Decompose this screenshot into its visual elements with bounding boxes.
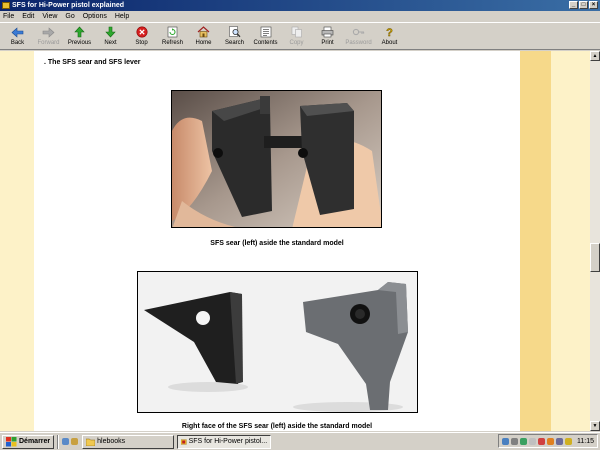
refresh-icon [166,26,180,38]
volume-icon[interactable] [565,437,572,445]
folder-icon [86,438,96,446]
taskbar-separator [57,434,60,449]
toolbar: Back Forward Previous Next Stop Refresh … [0,22,600,50]
contents-icon [259,26,273,38]
tray-app-icon[interactable] [556,437,563,445]
previous-button[interactable]: Previous [64,23,95,50]
scroll-up-button[interactable]: ▲ [590,51,600,61]
password-icon [352,26,366,38]
section-heading: . The SFS sear and SFS lever [44,59,141,66]
refresh-button[interactable]: Refresh [157,23,188,50]
vertical-scrollbar[interactable]: ▲ ▼ [590,51,600,431]
start-button[interactable]: Démarrer [2,434,55,449]
menu-view[interactable]: View [42,11,57,22]
contents-button[interactable]: Contents [250,23,281,50]
sfs-sear-photo-2 [137,271,418,413]
sfs-sear-photo-1 [171,90,382,228]
print-button[interactable]: Print [312,23,343,50]
home-button[interactable]: Home [188,23,219,50]
menu-edit[interactable]: Edit [22,11,34,22]
photo-caption-1: SFS sear (left) aside the standard model [210,240,344,247]
stop-button[interactable]: Stop [126,23,157,50]
search-button[interactable]: Search [219,23,250,50]
stop-icon [135,26,149,38]
menu-file[interactable]: File [3,11,14,22]
maximize-button[interactable]: □ [579,1,588,9]
back-arrow-icon [11,26,25,38]
page-viewport[interactable]: . The SFS sear and SFS lever SFS sear (l… [0,51,590,431]
tray-app-icon[interactable] [547,437,554,445]
quicklaunch-icon[interactable] [71,438,79,445]
page-content: . The SFS sear and SFS lever SFS sear (l… [34,51,520,431]
ebook-icon [181,438,187,445]
sear-image-2 [138,272,417,412]
forward-arrow-icon [42,26,56,38]
taskbar: Démarrer hlebooks SFS for Hi-Power pisto… [0,432,600,450]
menu-go[interactable]: Go [65,11,74,22]
app-icon [2,2,10,9]
system-tray: 11:15 [498,434,598,448]
copy-icon [290,26,304,38]
sear-image-1 [172,91,381,227]
left-margin [0,51,34,431]
copy-button[interactable]: Copy [281,23,312,50]
minimize-button[interactable]: _ [569,1,578,9]
desktop-quicklaunch-icon[interactable] [62,438,70,445]
scroll-thumb[interactable] [590,243,600,272]
down-arrow-icon [104,26,118,38]
task-hlebooks[interactable]: hlebooks [82,434,175,449]
right-margin-band [520,51,551,431]
title-bar[interactable]: SFS for Hi-Power pistol explained _ □ × [0,0,600,11]
tray-app-icon[interactable] [529,437,536,445]
network-icon[interactable] [502,437,509,445]
about-button[interactable]: ? About [374,23,405,50]
print-icon [321,26,335,38]
tray-app-icon[interactable] [511,437,518,445]
windows-logo-icon [6,436,17,446]
menu-help[interactable]: Help [115,11,129,22]
up-arrow-icon [73,26,87,38]
photo-caption-2: Right face of the SFS sear (left) aside … [181,423,373,430]
menu-bar: File Edit View Go Options Help [0,11,600,22]
browser-window: SFS for Hi-Power pistol explained _ □ × … [0,0,600,450]
about-icon: ? [383,26,397,38]
back-button[interactable]: Back [2,23,33,50]
svg-text:?: ? [386,27,393,38]
search-icon [228,26,242,38]
window-title: SFS for Hi-Power pistol explained [12,2,125,9]
right-margin [551,51,590,431]
clock[interactable]: 11:15 [577,438,594,445]
forward-button[interactable]: Forward [33,23,64,50]
menu-options[interactable]: Options [83,11,107,22]
scroll-down-button[interactable]: ▼ [590,421,600,431]
home-icon [197,26,211,38]
password-button[interactable]: Password [343,23,374,50]
close-button[interactable]: × [589,1,598,9]
start-label: Démarrer [19,437,51,445]
next-button[interactable]: Next [95,23,126,50]
task-sfs-ebook[interactable]: SFS for Hi-Power pistol... [177,434,272,449]
tray-app-icon[interactable] [520,437,527,445]
antivirus-icon[interactable] [538,437,545,445]
